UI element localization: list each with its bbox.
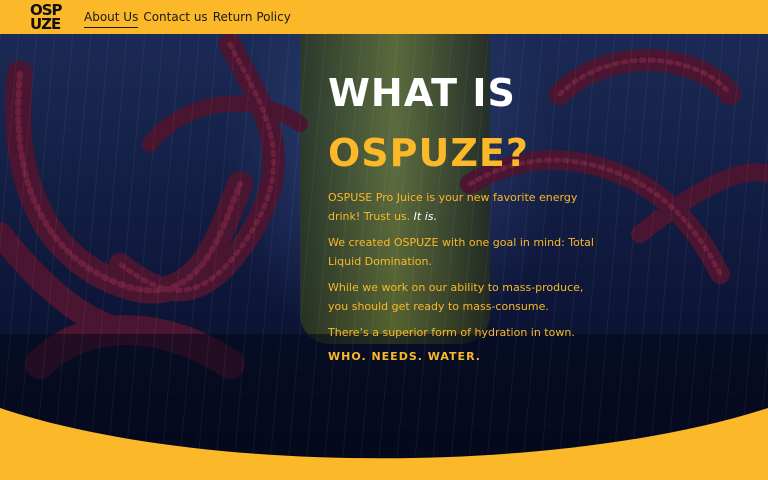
bottom-curve-divider — [0, 408, 768, 480]
logo-line-2: UZE — [30, 15, 61, 33]
ospuze-logo[interactable]: OSP UZE — [30, 3, 82, 33]
paragraph-1-text: OSPUSE Pro Juice is your new favorite en… — [328, 191, 578, 223]
tagline: WHO. NEEDS. WATER. — [328, 350, 481, 363]
paragraph-2: We created OSPUZE with one goal in mind:… — [328, 236, 594, 268]
nav-contact-us[interactable]: Contact us — [143, 10, 207, 28]
top-bar: OSP UZE About Us Contact us Return Polic… — [0, 0, 768, 34]
nav-about-us[interactable]: About Us — [84, 10, 139, 28]
title-line-2: OSPUZE? — [328, 131, 529, 175]
paragraph-3: While we work on our ability to mass-pro… — [328, 281, 584, 313]
main-nav: About Us Contact us Return Policy — [84, 10, 291, 28]
paragraph-4: There’s a superior form of hydration in … — [328, 326, 575, 339]
paragraph-1: OSPUSE Pro Juice is your new favorite en… — [328, 188, 598, 226]
paragraph-1-emphasis: It is. — [413, 210, 437, 223]
nav-return-policy[interactable]: Return Policy — [213, 10, 291, 28]
title-line-1: WHAT IS — [328, 71, 516, 115]
about-content: WHAT IS OSPUZE? OSPUSE Pro Juice is your… — [328, 74, 598, 363]
